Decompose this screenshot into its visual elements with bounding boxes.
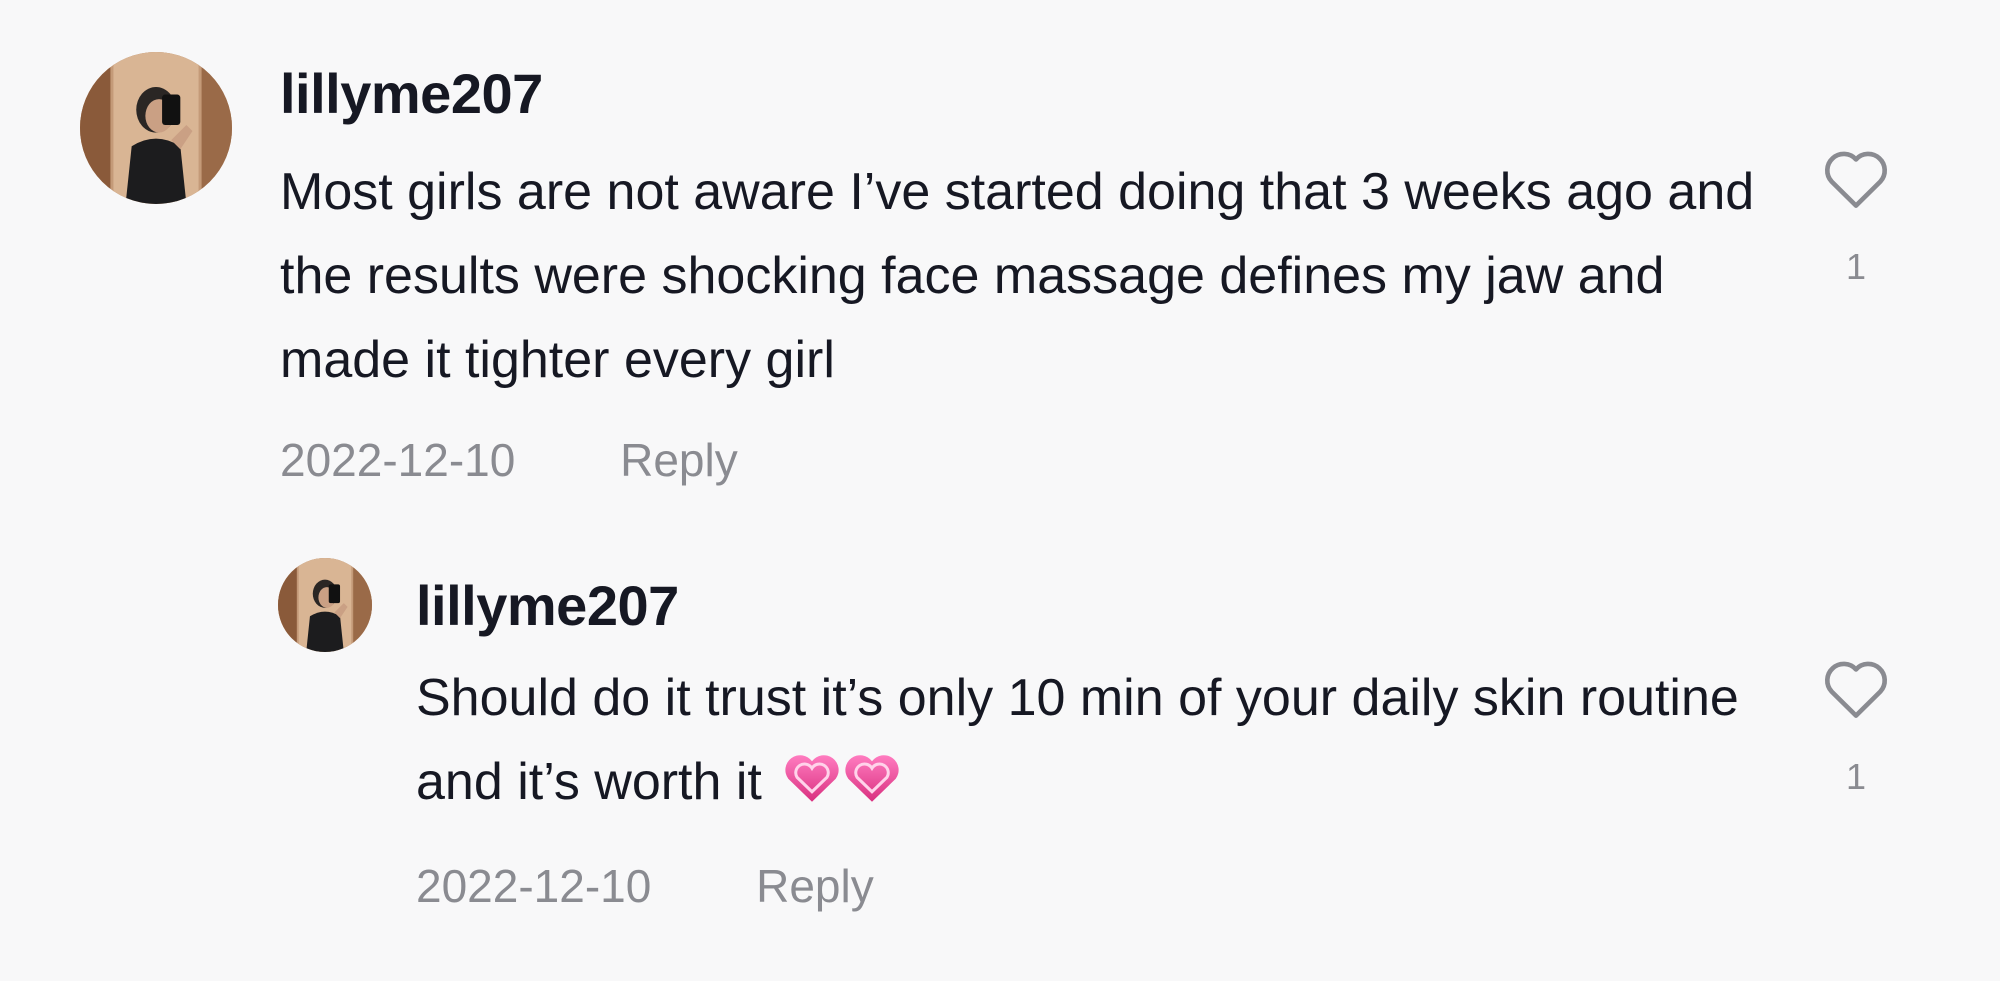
like-count: 1 bbox=[1845, 246, 1867, 287]
like-count: 1 bbox=[1845, 756, 1867, 797]
heart-outline-icon[interactable] bbox=[1816, 146, 1896, 210]
avatar[interactable] bbox=[278, 558, 372, 652]
comment-text: Should do it trust it’s only 10 min of y… bbox=[416, 656, 1776, 824]
profile-photo-icon bbox=[278, 558, 372, 652]
profile-photo-icon bbox=[80, 52, 232, 204]
comment-meta: 2022-12-10 Reply bbox=[280, 432, 738, 488]
reply-button[interactable]: Reply bbox=[620, 432, 738, 488]
comment-date: 2022-12-10 bbox=[280, 434, 516, 486]
heart-outline-icon[interactable] bbox=[1816, 656, 1896, 720]
reply-button[interactable]: Reply bbox=[756, 858, 874, 914]
username[interactable]: lillyme207 bbox=[416, 574, 679, 638]
comment-date: 2022-12-10 bbox=[416, 860, 652, 912]
username[interactable]: lillyme207 bbox=[280, 62, 543, 126]
like-button[interactable]: 1 bbox=[1816, 146, 1896, 288]
like-button[interactable]: 1 bbox=[1816, 656, 1896, 798]
comment-thread: lillyme207 Most girls are not aware I’ve… bbox=[0, 0, 2000, 981]
comment-text: Most girls are not aware I’ve started do… bbox=[280, 163, 1755, 389]
avatar[interactable] bbox=[80, 52, 232, 204]
comment-meta: 2022-12-10 Reply bbox=[416, 858, 874, 914]
comment-text-body: Should do it trust it’s only 10 min of y… bbox=[416, 669, 1739, 811]
growing-heart-emoji-icon bbox=[782, 749, 902, 807]
